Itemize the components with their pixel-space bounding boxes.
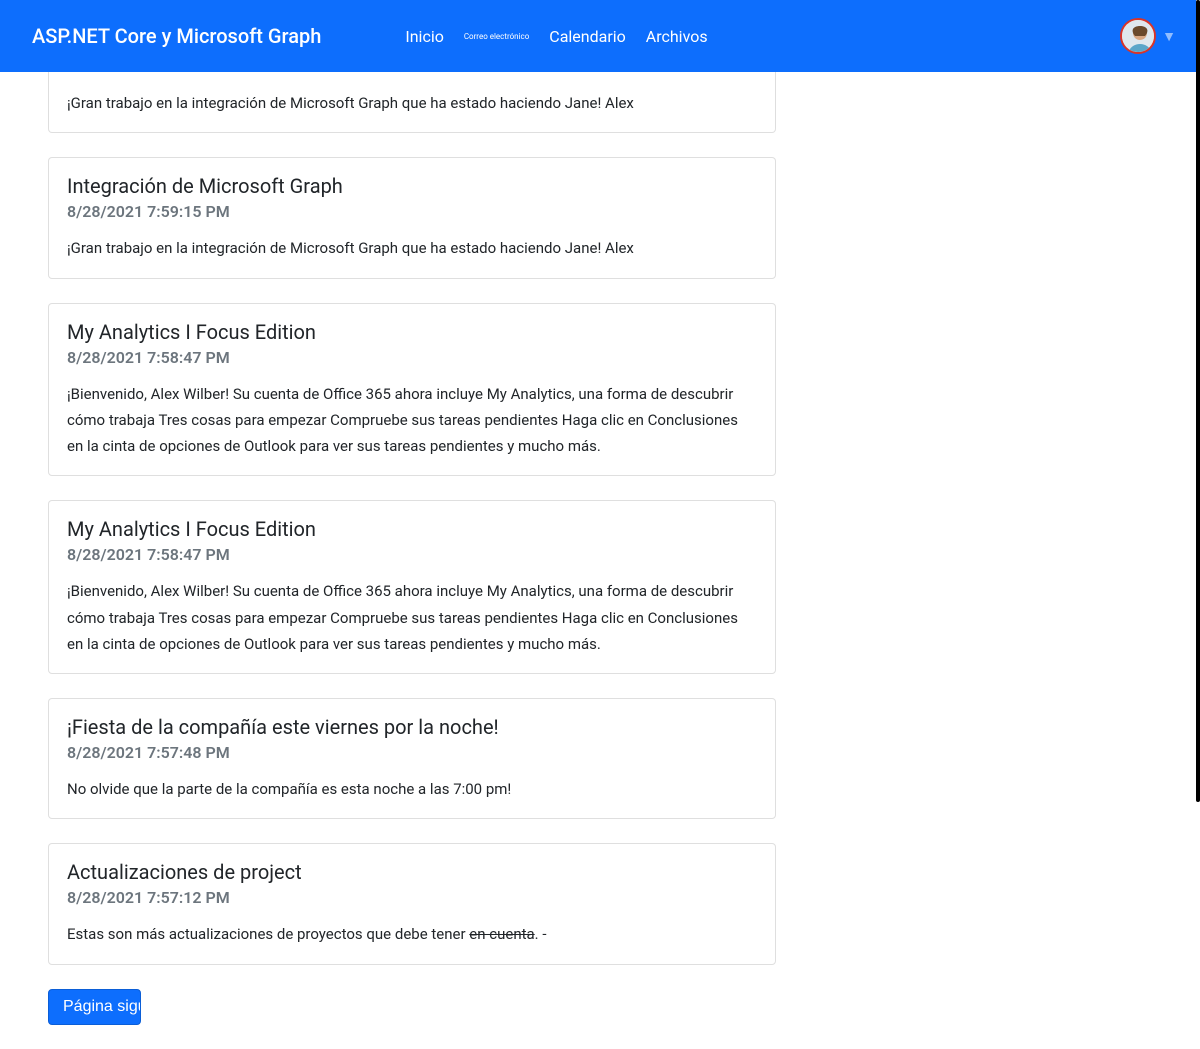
chevron-down-icon: ▼ <box>1162 28 1176 45</box>
email-body: ¡Bienvenido, Alex Wilber! Su cuenta de O… <box>49 578 775 673</box>
brand-title[interactable]: ASP.NET Core y Microsoft Graph <box>32 24 321 48</box>
email-subject: ¡Fiesta de la compañía este viernes por … <box>67 715 757 739</box>
email-datetime: 8/28/2021 7:59:15 PM <box>67 202 757 221</box>
nav-files[interactable]: Archivos <box>646 27 708 46</box>
email-card: ¡Gran trabajo en la integración de Micro… <box>48 72 776 133</box>
email-body: No olvide que la parte de la compañía es… <box>49 776 775 818</box>
email-body: ¡Gran trabajo en la integración de Micro… <box>49 235 775 277</box>
email-card: My Analytics I Focus Edition 8/28/2021 7… <box>48 303 776 477</box>
nav-links: Inicio Correo electrónico Calendario Arc… <box>405 27 707 46</box>
nav-home[interactable]: Inicio <box>405 27 443 46</box>
user-menu[interactable]: ▼ <box>1120 18 1176 54</box>
email-datetime: 8/28/2021 7:57:12 PM <box>67 888 757 907</box>
nav-calendar[interactable]: Calendario <box>549 27 626 46</box>
email-datetime: 8/28/2021 7:57:48 PM <box>67 743 757 762</box>
email-card: Integración de Microsoft Graph 8/28/2021… <box>48 157 776 278</box>
email-body-text: . - <box>535 925 547 943</box>
email-datetime: 8/28/2021 7:58:47 PM <box>67 348 757 367</box>
avatar <box>1120 18 1156 54</box>
email-subject: My Analytics I Focus Edition <box>67 517 757 541</box>
email-subject: Integración de Microsoft Graph <box>67 174 757 198</box>
vertical-scrollbar[interactable] <box>1196 0 1200 954</box>
email-subject: Actualizaciones de project <box>67 860 757 884</box>
email-body-strike: en cuenta <box>469 925 534 943</box>
scrollbar-thumb[interactable] <box>1196 0 1200 802</box>
email-list: ¡Gran trabajo en la integración de Micro… <box>0 72 776 1049</box>
email-body: Estas son más actualizaciones de proyect… <box>49 921 775 963</box>
email-card: My Analytics I Focus Edition 8/28/2021 7… <box>48 500 776 674</box>
email-body-text: Estas son más actualizaciones de proyect… <box>67 925 469 943</box>
email-body: ¡Gran trabajo en la integración de Micro… <box>49 72 775 132</box>
email-body: ¡Bienvenido, Alex Wilber! Su cuenta de O… <box>49 381 775 476</box>
email-card: Actualizaciones de project 8/28/2021 7:5… <box>48 843 776 964</box>
navbar: ASP.NET Core y Microsoft Graph Inicio Co… <box>0 0 1200 72</box>
email-subject: My Analytics I Focus Edition <box>67 320 757 344</box>
next-page-button[interactable]: Página siguiente <box>48 989 141 1025</box>
email-datetime: 8/28/2021 7:58:47 PM <box>67 545 757 564</box>
email-card: ¡Fiesta de la compañía este viernes por … <box>48 698 776 819</box>
nav-mail[interactable]: Correo electrónico <box>464 32 529 41</box>
